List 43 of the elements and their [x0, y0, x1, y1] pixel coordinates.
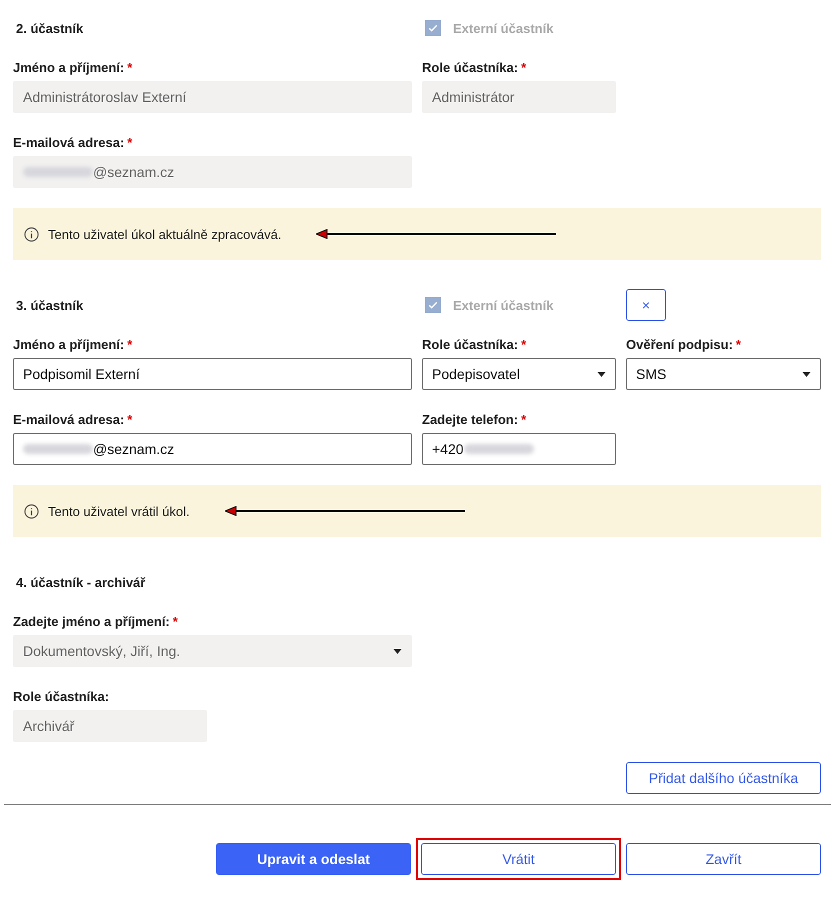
field-label: Jméno a příjmení: [13, 337, 124, 352]
required-mark: * [127, 337, 132, 352]
footer-button[interactable]: Zavřít [626, 843, 821, 875]
footer-button[interactable]: Vrátit [421, 843, 616, 875]
required-mark: * [127, 412, 132, 427]
required-mark: * [127, 60, 132, 75]
required-mark: * [521, 60, 526, 75]
check-icon [427, 22, 439, 34]
input-field[interactable]: Podpisomil Externí [13, 358, 412, 390]
field-label: Zadejte telefon: [422, 412, 518, 427]
required-mark: * [127, 135, 132, 150]
remove-button[interactable]: × [626, 289, 666, 321]
required-mark: * [172, 614, 178, 629]
field-label: Role účastníka: [422, 337, 518, 352]
select-field[interactable]: SMS [626, 358, 821, 390]
checkbox-label: Externí účastník [453, 298, 554, 312]
checkbox-label: Externí účastník [453, 20, 554, 36]
caret-icon [597, 372, 606, 376]
add-participant-button[interactable]: Přidat dalšího účastníka [626, 762, 821, 794]
notice-text: Tento uživatel vrátil úkol. [48, 504, 190, 518]
field-label: Zadejte jméno a příjmení: [13, 614, 170, 629]
info-icon [24, 504, 39, 518]
caret-icon [393, 648, 402, 654]
field-label: Jméno a příjmení: [13, 60, 124, 75]
notice-text: Tento uživatel úkol aktuálně zpracovává. [48, 226, 282, 242]
check-icon [427, 299, 439, 311]
section-title: 2. účastník [15, 20, 84, 36]
caret-icon [802, 372, 811, 376]
section-title: 4. účastník - archivář [15, 574, 146, 590]
input-field[interactable]: @seznam.cz [13, 433, 412, 465]
footer-button[interactable]: Upravit a odeslat [216, 843, 411, 875]
input-field[interactable]: +420 [422, 433, 616, 465]
field-label: Ověření podpisu: [626, 337, 733, 352]
required-mark: * [521, 412, 526, 427]
required-mark: * [521, 337, 526, 352]
field-label: Role účastníka: [13, 689, 110, 704]
section-title: 3. účastník [15, 298, 84, 312]
field-label: E-mailová adresa: [13, 135, 124, 150]
select-field[interactable]: Podepisovatel [422, 358, 616, 390]
info-icon [24, 226, 39, 242]
required-mark: * [736, 337, 741, 352]
field-label: Role účastníka: [422, 60, 518, 75]
field-label: E-mailová adresa: [13, 412, 124, 427]
